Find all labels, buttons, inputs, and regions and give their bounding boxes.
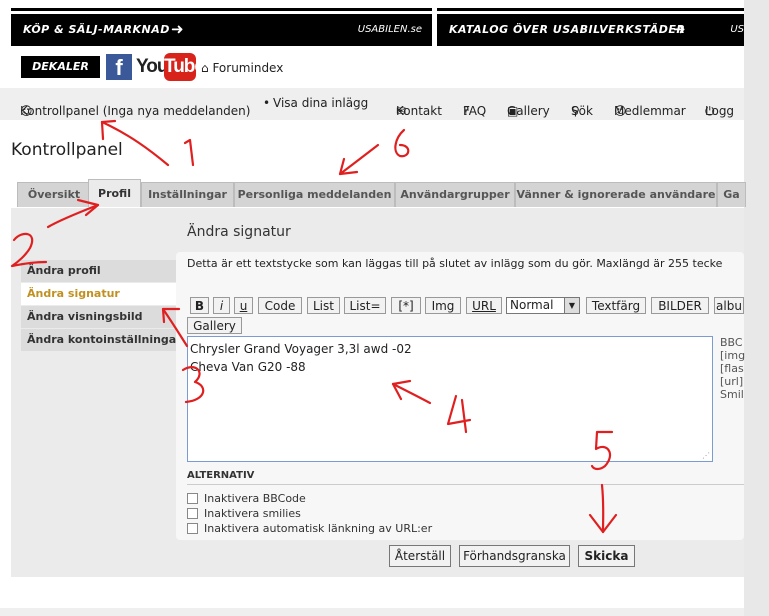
bbcode-help-line: Smil xyxy=(720,388,744,401)
facebook-icon[interactable]: f xyxy=(106,54,132,80)
sidebar-item-andra-signatur[interactable]: Ändra signatur xyxy=(21,283,187,305)
banner-site-label: USABILEN.se xyxy=(357,24,422,35)
code-button[interactable]: Code xyxy=(258,297,302,314)
list-item-button[interactable]: [*] xyxy=(391,297,421,314)
arrow-right-icon: ➜ xyxy=(171,20,184,38)
dekaler-link[interactable]: DEKALER xyxy=(21,56,100,78)
gallery-label: Gallery xyxy=(507,104,550,118)
right-scroll-strip xyxy=(744,0,769,616)
sidebar-item-andra-profil[interactable]: Ändra profil xyxy=(21,260,187,282)
banner-top-line-right xyxy=(437,8,744,11)
bbcode-help-line: BBC xyxy=(720,336,743,349)
signature-textarea[interactable]: Chrysler Grand Voyager 3,3l awd -02 Chev… xyxy=(187,336,713,462)
tab-personliga-meddelanden[interactable]: Personliga meddelanden xyxy=(234,182,395,207)
list-button[interactable]: List xyxy=(307,297,340,314)
nav-separator: • xyxy=(263,96,271,110)
checkbox-smilies[interactable] xyxy=(187,508,198,519)
submit-button[interactable]: Skicka xyxy=(578,545,635,567)
reset-button[interactable]: Återställ xyxy=(389,545,451,567)
home-icon: ⌂ xyxy=(201,61,209,75)
youtube-logo-you[interactable]: You xyxy=(136,56,169,78)
bilder-button[interactable]: BILDER xyxy=(651,297,709,314)
page-title: Kontrollpanel xyxy=(11,140,123,160)
options-title: ALTERNATIV xyxy=(187,470,255,481)
checkbox-bbcode[interactable] xyxy=(187,493,198,504)
bbcode-help-line: [flas xyxy=(720,362,744,375)
footer-bar xyxy=(0,608,744,616)
logga-label: Logg xyxy=(705,104,735,118)
tab-installningar[interactable]: Inställningar xyxy=(141,182,234,207)
bbcode-help-line: [img xyxy=(720,349,746,362)
gallery-button[interactable]: Gallery xyxy=(187,317,242,334)
font-size-value: Normal xyxy=(510,298,554,312)
medlemmar-label: Medlemmar xyxy=(614,104,686,118)
arrow-right-icon: ➜ xyxy=(673,20,686,38)
nav-bar: ☺ Kontrollpanel (Inga nya meddelanden) • … xyxy=(0,88,744,120)
checkbox-url-linking[interactable] xyxy=(187,523,198,534)
banner-marknad-title: KÖP & SÄLJ-MARKNAD xyxy=(23,23,170,36)
album-button[interactable]: albu xyxy=(714,297,744,314)
tab-oversikt[interactable]: Översikt xyxy=(17,182,91,207)
banner-katalog-title: KATALOG ÖVER USABILVERKSTÄDER xyxy=(449,23,686,36)
url-button[interactable]: URL xyxy=(466,297,502,314)
sok-label: Sök xyxy=(571,104,593,118)
bold-button[interactable]: B xyxy=(190,297,209,314)
kontakt-label: Kontakt xyxy=(396,104,442,118)
tab-galleri[interactable]: Ga xyxy=(717,182,746,207)
signature-description: Detta är ett textstycke som kan läggas t… xyxy=(187,257,723,270)
signature-line: Cheva Van G20 -88 xyxy=(190,360,306,374)
sidebar-item-andra-visningsbild[interactable]: Ändra visningsbild xyxy=(21,306,187,328)
forumindex-link[interactable]: ⌂ Forumindex xyxy=(201,61,283,75)
tab-vanner[interactable]: Vänner & ignorerade användare xyxy=(515,182,717,207)
sidebar-item-andra-kontoinstallningar[interactable]: Ändra kontoinställningar xyxy=(21,329,187,351)
underline-button[interactable]: u xyxy=(234,297,253,314)
list-numbered-button[interactable]: List= xyxy=(344,297,386,314)
font-size-select[interactable]: Normal ▼ xyxy=(506,297,580,314)
annotation-arrow-6-head xyxy=(338,157,359,176)
tab-anvandargrupper[interactable]: Användargrupper xyxy=(395,182,515,207)
youtube-logo-tube[interactable]: Tube xyxy=(164,53,205,81)
banner-top-line-left xyxy=(11,8,432,11)
forumindex-label: Forumindex xyxy=(212,61,284,75)
img-button[interactable]: Img xyxy=(425,297,461,314)
option-label: Inaktivera smilies xyxy=(204,507,301,520)
textfarg-button[interactable]: Textfärg xyxy=(586,297,646,314)
preview-button[interactable]: Förhandsgranska xyxy=(459,545,570,567)
option-label: Inaktivera BBCode xyxy=(204,492,306,505)
tab-bar: Översikt Profil Inställningar Personliga… xyxy=(11,178,746,208)
annotation-arrow-1-head xyxy=(100,119,117,141)
section-heading: Ändra signatur xyxy=(187,224,291,240)
faq-label: FAQ xyxy=(463,104,487,118)
annotation-arrow-6 xyxy=(338,143,380,176)
tab-profil[interactable]: Profil xyxy=(88,179,141,207)
visa-inlagg-link[interactable]: Visa dina inlägg xyxy=(273,96,368,110)
annotation-digit-6-stroke xyxy=(394,128,410,158)
banner-site-label-right: US xyxy=(730,24,744,35)
banner-marknad[interactable]: KÖP & SÄLJ-MARKNAD ➜ USABILEN.se xyxy=(11,14,432,46)
kontrollpanel-label: Kontrollpanel (Inga nya meddelanden) xyxy=(20,104,251,118)
annotation-digit-1-stroke xyxy=(183,138,195,167)
bbcode-help-line: [url] xyxy=(720,375,744,388)
banner-katalog[interactable]: KATALOG ÖVER USABILVERKSTÄDER ➜ US xyxy=(437,14,744,46)
italic-button[interactable]: i xyxy=(213,297,230,314)
options-divider xyxy=(187,484,744,485)
option-label: Inaktivera automatisk länkning av URL:er xyxy=(204,522,433,535)
chevron-down-icon: ▼ xyxy=(564,298,579,313)
resize-handle-icon[interactable]: ⋰ xyxy=(702,451,710,460)
signature-line: Chrysler Grand Voyager 3,3l awd -02 xyxy=(190,342,412,356)
